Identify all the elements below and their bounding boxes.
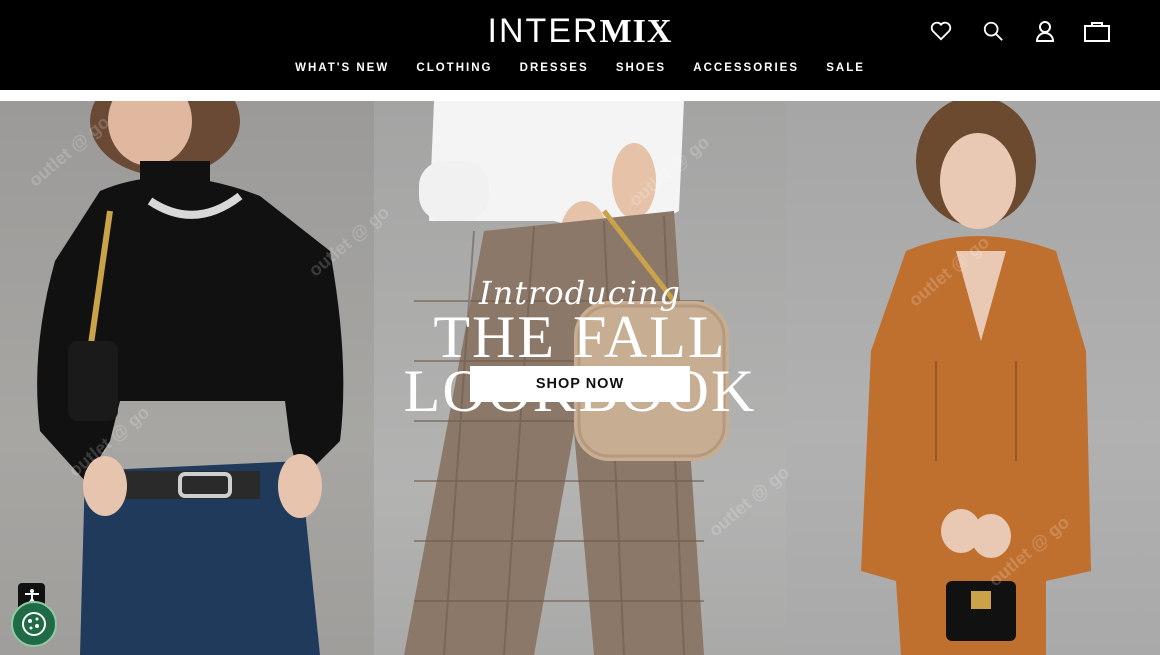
- hero-title-line1: THE FALL: [433, 304, 727, 370]
- nav-dresses[interactable]: DRESSES: [520, 62, 589, 74]
- hero-image-left: [0, 101, 374, 655]
- nav-shoes[interactable]: SHOES: [616, 62, 666, 74]
- site-header: INTERMIX WHAT'S NEW CLOTHING DRESSES SHO…: [0, 0, 1160, 90]
- search-icon[interactable]: [980, 18, 1006, 44]
- hero-image-right: [786, 101, 1160, 655]
- nav-clothing[interactable]: CLOTHING: [416, 62, 492, 74]
- cookie-icon[interactable]: [11, 601, 57, 647]
- logo-text-left: INTER: [487, 12, 600, 50]
- header-icons: [928, 18, 1110, 44]
- header-divider: [0, 90, 1160, 101]
- heart-icon[interactable]: [928, 18, 954, 44]
- shop-now-button[interactable]: SHOP NOW: [470, 366, 690, 402]
- nav-whats-new[interactable]: WHAT'S NEW: [295, 62, 389, 74]
- nav-accessories[interactable]: ACCESSORIES: [693, 62, 799, 74]
- nav-sale[interactable]: SALE: [826, 62, 865, 74]
- account-icon[interactable]: [1032, 18, 1058, 44]
- shopping-bag-icon[interactable]: [1084, 18, 1110, 44]
- main-nav: WHAT'S NEW CLOTHING DRESSES SHOES ACCESS…: [0, 62, 1160, 74]
- logo-text-right: MIX: [599, 13, 673, 50]
